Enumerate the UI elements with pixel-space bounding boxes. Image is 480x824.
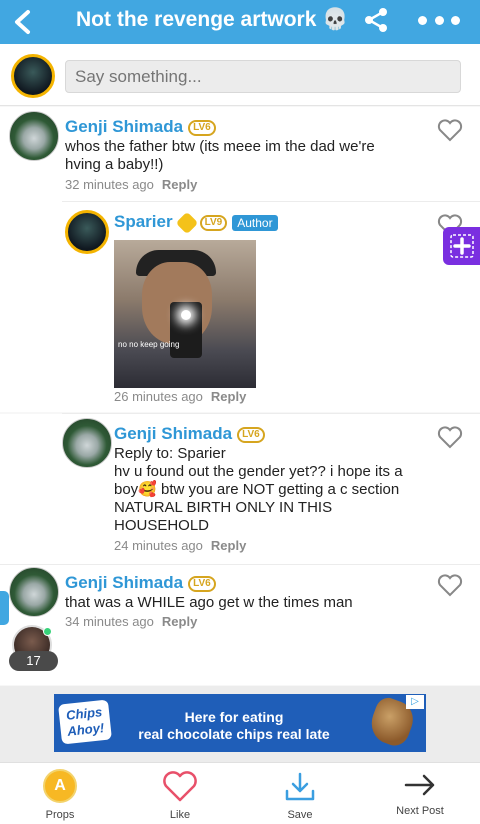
like-label: Like: [169, 809, 191, 821]
comment-time: 34 minutes ago: [65, 614, 154, 629]
comment-text: whos the father btw (its meee im the dad…: [65, 138, 375, 173]
reply-button[interactable]: Reply: [211, 389, 246, 404]
dot-icon: [434, 15, 444, 25]
flash-shape: [181, 310, 191, 320]
avatar[interactable]: [65, 210, 109, 254]
level-badge: LV6: [188, 575, 216, 592]
like-heart-icon[interactable]: [437, 118, 463, 142]
comment-text: hv u found out the gender yet?? i hope i…: [114, 463, 403, 534]
save-label: Save: [287, 809, 313, 821]
level-badge: LV9: [199, 214, 228, 231]
chevron-left-icon: [15, 10, 30, 34]
comment-item: Genji Shimada LV6 whos the father btw (it…: [0, 107, 480, 202]
next-post-button[interactable]: Next Post: [360, 763, 480, 824]
reply-button[interactable]: Reply: [162, 614, 197, 629]
avatar[interactable]: [9, 111, 59, 161]
comment-username[interactable]: Genji Shimada LV6: [65, 573, 216, 593]
avatar[interactable]: [62, 418, 112, 468]
ad-banner[interactable]: Chips Ahoy! Here for eating real chocola…: [54, 694, 426, 752]
comment-time: 32 minutes ago: [65, 177, 154, 192]
comment-username[interactable]: Genji Shimada LV6: [65, 117, 216, 137]
create-post-button[interactable]: [443, 227, 480, 265]
comment-time: 26 minutes ago: [114, 389, 203, 404]
like-heart-icon[interactable]: [437, 425, 463, 449]
like-heart-icon[interactable]: [437, 573, 463, 597]
top-app-bar: Not the revenge artwork 💀: [0, 0, 480, 44]
reply-button[interactable]: Reply: [162, 177, 197, 192]
reply-to-label: Reply to: Sparier: [114, 445, 226, 462]
share-icon: [365, 8, 387, 32]
avatar[interactable]: [9, 567, 59, 617]
props-button[interactable]: A Props: [0, 763, 120, 824]
comment-username[interactable]: Sparier LV9 Author: [114, 211, 278, 234]
reply-button[interactable]: Reply: [211, 538, 246, 553]
comment-meta: 24 minutes ago Reply: [114, 538, 246, 553]
save-button[interactable]: Save: [240, 763, 360, 824]
current-user-avatar[interactable]: [11, 54, 55, 98]
comment-input[interactable]: [65, 60, 461, 93]
comment-image[interactable]: no no keep going: [114, 240, 256, 388]
ad-logo: Chips Ahoy!: [58, 699, 112, 745]
comment-time: 24 minutes ago: [114, 538, 203, 553]
comment-meta: 34 minutes ago Reply: [65, 614, 197, 629]
comment-text: that was a WHILE ago get w the times man: [65, 594, 353, 611]
image-caption: no no keep going: [118, 340, 180, 349]
author-tag: Author: [232, 214, 278, 231]
side-drawer-handle[interactable]: [0, 591, 9, 625]
comment-compose-bar: [0, 44, 480, 106]
ad-headline: Here for eating: [184, 709, 284, 725]
next-post-label: Next Post: [396, 805, 444, 817]
post-title: Not the revenge artwork 💀: [76, 8, 349, 31]
plus-icon: [449, 234, 474, 258]
online-status-dot: [43, 627, 52, 636]
share-button[interactable]: [362, 6, 390, 34]
level-badge: LV6: [188, 119, 216, 136]
bottom-action-bar: A Props Like Save Next Post: [0, 762, 480, 824]
gold-badge-icon: [175, 211, 198, 234]
heart-icon: [163, 771, 197, 802]
ad-subline: real chocolate chips real late: [138, 726, 330, 742]
comment-meta: 32 minutes ago Reply: [65, 177, 197, 192]
ad-choices-icon[interactable]: ▷: [406, 695, 424, 709]
more-options-button[interactable]: [418, 10, 460, 30]
ad-container: Chips Ahoy! Here for eating real chocola…: [0, 686, 480, 762]
dot-icon: [418, 15, 427, 25]
dot-icon: [451, 15, 460, 25]
comment-item: Genji Shimada LV6 that was a WHILE ago ge…: [0, 565, 480, 685]
download-icon: [285, 772, 315, 801]
props-label: Props: [45, 809, 75, 821]
online-count-badge[interactable]: 17: [9, 651, 58, 671]
level-badge: LV6: [237, 426, 265, 443]
arrow-right-icon: [404, 774, 435, 796]
like-button[interactable]: Like: [120, 763, 240, 824]
comment-item: Genji Shimada LV6 Reply to: Sparier hv u …: [0, 414, 480, 564]
back-button[interactable]: [0, 0, 44, 44]
comment-username[interactable]: Genji Shimada LV6: [114, 424, 265, 444]
comment-meta: 26 minutes ago Reply: [114, 389, 246, 404]
props-coin-icon: A: [43, 769, 77, 803]
